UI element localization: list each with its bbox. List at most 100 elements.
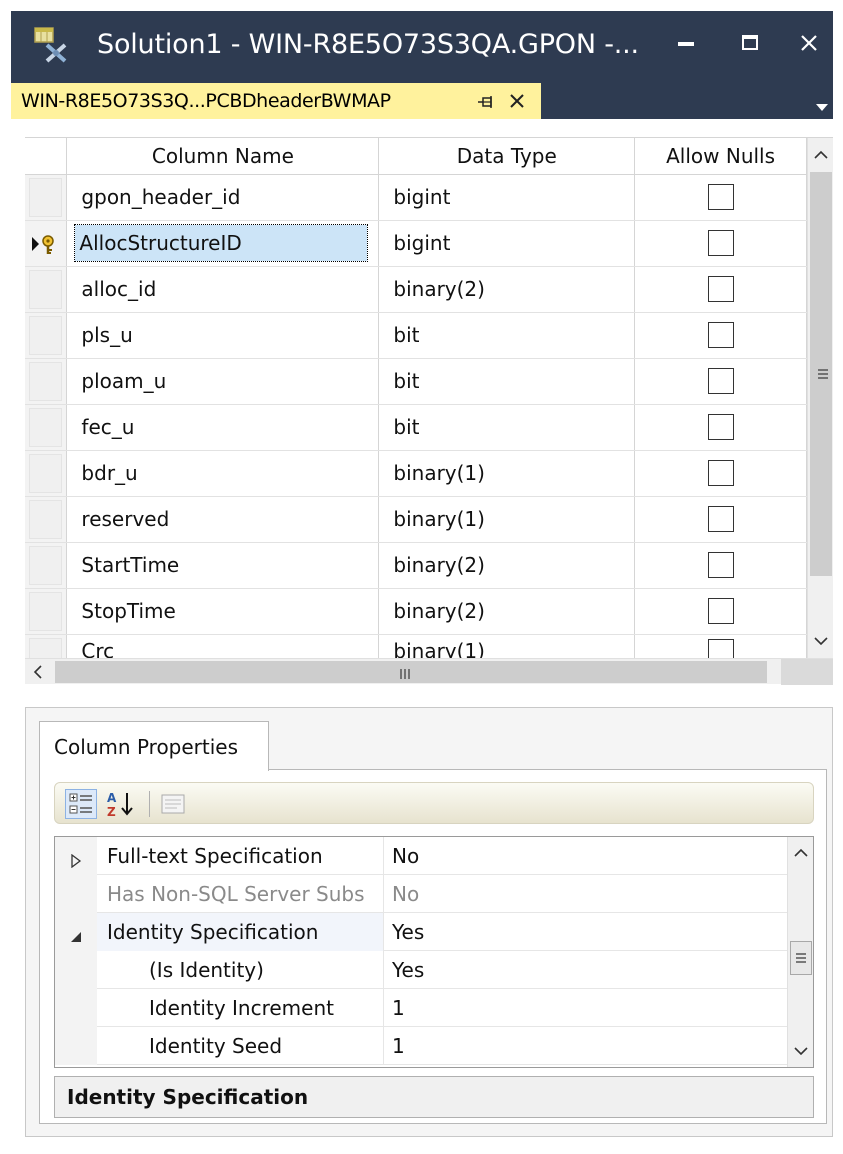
row-selector[interactable] bbox=[25, 450, 68, 497]
minimize-button[interactable] bbox=[661, 21, 711, 65]
allow-nulls-checkbox[interactable] bbox=[707, 598, 734, 625]
column-name-cell[interactable]: reserved bbox=[66, 496, 380, 543]
property-value[interactable]: 1 bbox=[383, 989, 787, 1027]
allow-nulls-cell bbox=[634, 450, 807, 497]
close-tab-icon[interactable] bbox=[507, 91, 527, 111]
scroll-down-arrow-icon[interactable] bbox=[788, 1035, 813, 1067]
table-row[interactable]: pls_u bit bbox=[25, 312, 807, 359]
allow-nulls-checkbox[interactable] bbox=[707, 460, 734, 487]
column-name-cell[interactable]: bdr_u bbox=[66, 450, 380, 497]
property-scroll-thumb[interactable] bbox=[790, 941, 812, 975]
row-selector[interactable] bbox=[25, 358, 68, 405]
property-value[interactable]: Yes bbox=[383, 951, 787, 989]
data-type-cell[interactable]: bit bbox=[378, 312, 636, 359]
table-row[interactable]: bdr_u binary(1) bbox=[25, 450, 807, 497]
column-name-cell[interactable]: pls_u bbox=[66, 312, 380, 359]
column-name-cell[interactable]: ploam_u bbox=[66, 358, 380, 405]
allow-nulls-checkbox[interactable] bbox=[707, 230, 734, 257]
pin-icon[interactable] bbox=[477, 93, 495, 109]
allow-nulls-header[interactable]: Allow Nulls bbox=[634, 138, 807, 175]
close-window-button[interactable] bbox=[789, 21, 829, 65]
tab-overflow-chevron-down-icon[interactable] bbox=[815, 97, 829, 111]
column-name-cell[interactable]: alloc_id bbox=[66, 266, 380, 313]
grid-header-row: Column Name Data Type Allow Nulls bbox=[25, 138, 807, 175]
data-type-cell[interactable]: bigint bbox=[378, 220, 636, 267]
table-row[interactable]: gpon_header_id bigint bbox=[25, 174, 807, 221]
title-bar[interactable]: Solution1 - WIN-R8E5O73S3QA.GPON -... bbox=[11, 11, 833, 83]
row-selector[interactable] bbox=[25, 220, 68, 267]
row-selector[interactable] bbox=[25, 404, 68, 451]
vertical-scroll-thumb[interactable] bbox=[810, 172, 832, 576]
column-name-cell[interactable]: StartTime bbox=[66, 542, 380, 589]
table-row[interactable]: StopTime binary(2) bbox=[25, 588, 807, 635]
allow-nulls-checkbox[interactable] bbox=[707, 276, 734, 303]
table-row[interactable]: StartTime binary(2) bbox=[25, 542, 807, 589]
property-value[interactable]: Yes bbox=[383, 913, 787, 951]
data-type-cell[interactable]: binary(1) bbox=[378, 496, 636, 543]
row-selector[interactable] bbox=[25, 588, 68, 635]
data-type-cell[interactable]: binary(1) bbox=[378, 450, 636, 497]
property-grid-scrollbar[interactable] bbox=[787, 837, 813, 1067]
column-name-cell[interactable]: StopTime bbox=[66, 588, 380, 635]
table-row[interactable]: ploam_u bit bbox=[25, 358, 807, 405]
scroll-down-arrow-icon[interactable] bbox=[808, 626, 834, 656]
scrollbar-corner bbox=[781, 659, 833, 685]
property-row[interactable]: (Is Identity) Yes bbox=[55, 951, 787, 989]
allow-nulls-checkbox[interactable] bbox=[707, 414, 734, 441]
property-value[interactable]: 1 bbox=[383, 1027, 787, 1065]
scroll-up-arrow-icon[interactable] bbox=[788, 837, 813, 869]
column-name-cell[interactable]: fec_u bbox=[66, 404, 380, 451]
scroll-up-arrow-icon[interactable] bbox=[808, 138, 834, 172]
row-selector-header[interactable] bbox=[25, 138, 68, 175]
row-selector[interactable] bbox=[25, 266, 68, 313]
column-name-header[interactable]: Column Name bbox=[66, 138, 380, 175]
table-row[interactable]: fec_u bit bbox=[25, 404, 807, 451]
column-name-cell[interactable]: AllocStructureID bbox=[66, 220, 380, 267]
allow-nulls-checkbox[interactable] bbox=[707, 368, 734, 395]
property-row[interactable]: Identity Increment 1 bbox=[55, 989, 787, 1027]
tab-column-properties[interactable]: Column Properties bbox=[39, 721, 269, 771]
column-properties-area: Column Properties A Z Full-text Specific… bbox=[11, 699, 833, 1154]
allow-nulls-checkbox[interactable] bbox=[707, 184, 734, 211]
collapse-triangle-icon[interactable] bbox=[69, 925, 83, 942]
maximize-button[interactable] bbox=[725, 21, 775, 65]
property-row[interactable]: Has Non-SQL Server Subs No bbox=[55, 875, 787, 913]
grid-vertical-scrollbar[interactable] bbox=[807, 138, 833, 658]
row-selector[interactable] bbox=[25, 542, 68, 589]
alphabetical-button[interactable]: A Z bbox=[105, 789, 139, 819]
expand-triangle-icon[interactable] bbox=[69, 849, 83, 869]
property-value[interactable]: No bbox=[383, 875, 787, 913]
scroll-left-arrow-icon[interactable] bbox=[25, 659, 51, 685]
property-row-gutter bbox=[55, 951, 97, 989]
data-type-header[interactable]: Data Type bbox=[378, 138, 636, 175]
data-type-cell[interactable]: binary(2) bbox=[378, 588, 636, 635]
property-value[interactable]: No bbox=[383, 837, 787, 875]
svg-text:Z: Z bbox=[107, 805, 116, 819]
property-row[interactable]: Identity Seed 1 bbox=[55, 1027, 787, 1065]
table-row[interactable]: AllocStructureID bigint bbox=[25, 220, 807, 267]
data-type-cell[interactable]: bit bbox=[378, 358, 636, 405]
data-type-cell[interactable]: binary(2) bbox=[378, 266, 636, 313]
property-pages-button[interactable] bbox=[159, 791, 187, 817]
allow-nulls-checkbox[interactable] bbox=[707, 506, 734, 533]
row-selector[interactable] bbox=[25, 312, 68, 359]
categorized-button[interactable] bbox=[65, 789, 97, 819]
categorized-icon bbox=[69, 793, 92, 814]
property-row[interactable]: Identity Specification Yes bbox=[55, 913, 787, 951]
data-type-cell[interactable]: bigint bbox=[378, 174, 636, 221]
allow-nulls-checkbox[interactable] bbox=[707, 552, 734, 579]
document-tab[interactable]: WIN-R8E5O73S3Q...PCBDheaderBWMAP bbox=[11, 83, 541, 119]
horizontal-scroll-thumb[interactable] bbox=[55, 661, 767, 683]
grid-horizontal-scrollbar[interactable] bbox=[25, 658, 833, 685]
row-selector[interactable] bbox=[25, 496, 68, 543]
document-tab-label: WIN-R8E5O73S3Q...PCBDheaderBWMAP bbox=[21, 90, 391, 112]
data-type-cell[interactable]: binary(2) bbox=[378, 542, 636, 589]
table-row[interactable]: reserved binary(1) bbox=[25, 496, 807, 543]
property-row[interactable]: Full-text Specification No bbox=[55, 837, 787, 875]
table-row[interactable]: alloc_id binary(2) bbox=[25, 266, 807, 313]
allow-nulls-checkbox[interactable] bbox=[707, 322, 734, 349]
sort-az-icon: A Z bbox=[107, 791, 133, 819]
data-type-cell[interactable]: bit bbox=[378, 404, 636, 451]
row-selector[interactable] bbox=[25, 174, 68, 221]
column-name-cell[interactable]: gpon_header_id bbox=[66, 174, 380, 221]
